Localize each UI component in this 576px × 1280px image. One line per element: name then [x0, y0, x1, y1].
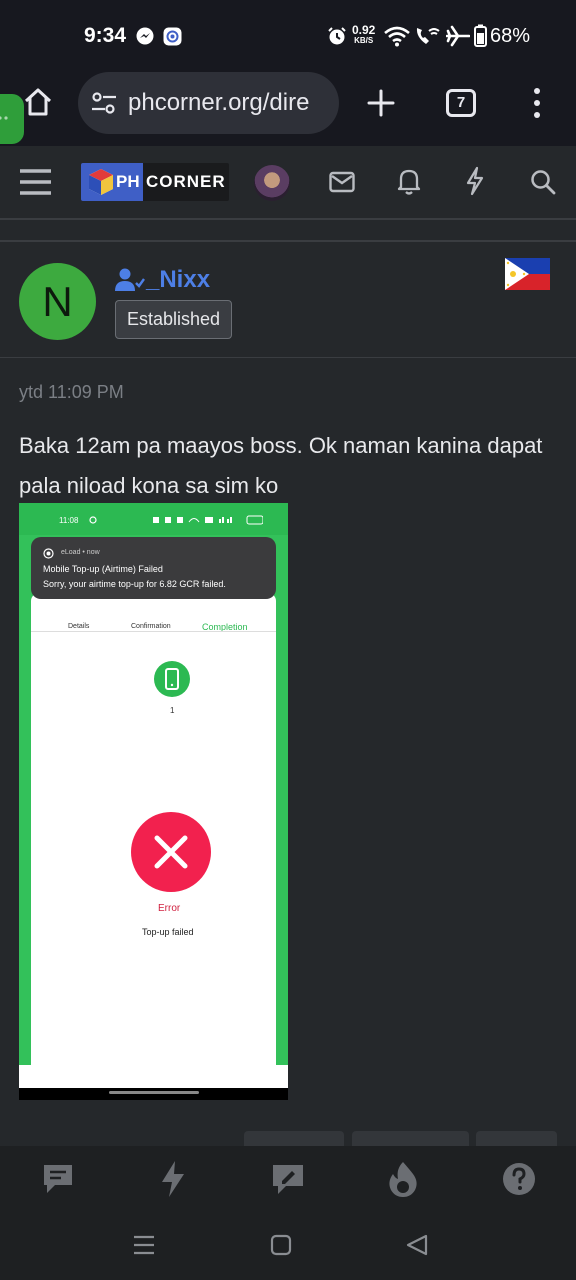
eload-app-icon: [43, 548, 54, 559]
logo-cube-icon: [89, 169, 113, 195]
recents-icon[interactable]: [133, 1234, 155, 1256]
logo-ph-block: PH: [81, 163, 143, 201]
whats-new-icon[interactable]: [159, 1160, 187, 1198]
hamburger-menu-icon[interactable]: [19, 168, 52, 196]
step-details: Details: [68, 623, 90, 630]
attachment-phone-number: 1: [170, 706, 175, 715]
post-timestamp[interactable]: ytd 11:09 PM: [19, 382, 124, 403]
phone-success-icon: [154, 661, 190, 697]
user-avatar[interactable]: [254, 165, 290, 201]
site-header: PH CORNER: [0, 146, 576, 220]
home-icon[interactable]: [22, 86, 54, 118]
alarm-icon: [328, 27, 346, 45]
net-speed: 0.92 KB/S: [352, 23, 376, 45]
dots-icon: [0, 116, 8, 120]
attachment-notification: eLoad • now Mobile Top-up (Airtime) Fail…: [31, 537, 276, 599]
inbox-icon[interactable]: [329, 171, 355, 193]
new-tab-icon[interactable]: [366, 88, 396, 118]
attachment-status-bar: 11:08: [19, 503, 288, 535]
site-logo[interactable]: PH CORNER: [81, 163, 229, 201]
logo-ph-text: PH: [116, 172, 140, 191]
attached-screenshot[interactable]: 11:08 Details Confirmation Completion 1 …: [19, 503, 288, 1100]
browser-toolbar: phcorner.org/dire 7: [0, 72, 576, 146]
more-menu-icon[interactable]: [530, 87, 544, 119]
logo-corner-text: CORNER: [146, 172, 226, 191]
attachment-status-icon: [89, 516, 97, 524]
url-text[interactable]: phcorner.org/dire: [128, 89, 309, 117]
battery-icon: [474, 24, 487, 47]
messenger-icon: [136, 27, 154, 45]
attachment-status-time: 11:08: [59, 516, 79, 525]
notif-title: Mobile Top-up (Airtime) Failed: [43, 564, 163, 574]
help-question-icon[interactable]: [502, 1162, 536, 1196]
author-avatar[interactable]: N: [19, 263, 96, 340]
step-confirmation: Confirmation: [131, 623, 171, 630]
notif-text: Sorry, your airtime top-up for 6.82 GCR …: [43, 579, 226, 589]
home-button-icon[interactable]: [269, 1233, 293, 1257]
trending-fire-icon[interactable]: [386, 1160, 420, 1198]
forum-bottom-nav: [0, 1146, 576, 1214]
address-bar[interactable]: phcorner.org/dire: [78, 72, 339, 134]
status-bar: 9:34 0.92 KB/S 68%: [0, 0, 576, 72]
attachment-nav-bar: [19, 1088, 288, 1100]
site-settings-icon[interactable]: [91, 91, 117, 115]
author-rank-badge: Established: [115, 300, 233, 339]
notif-app-name: eLoad • now: [61, 549, 100, 556]
attachment-divider: [31, 631, 276, 632]
post-thread-icon[interactable]: [270, 1162, 306, 1196]
attachment-card: Details Confirmation Completion 1 Error …: [31, 593, 276, 1073]
airplane-mode-icon: [446, 25, 470, 47]
floating-chat-bubble[interactable]: [0, 94, 24, 144]
attachment-steps: Details Confirmation Completion: [31, 607, 276, 632]
search-icon[interactable]: [530, 169, 556, 195]
tab-switcher-button[interactable]: 7: [446, 89, 476, 117]
wifi-icon: [384, 26, 410, 47]
back-icon[interactable]: [405, 1233, 429, 1257]
battery-percent: 68%: [490, 25, 531, 47]
user-verified-icon: [115, 268, 145, 291]
attachment-status-icons: [153, 515, 263, 525]
forums-chat-icon[interactable]: [41, 1162, 75, 1196]
philippines-flag-icon: [505, 258, 550, 290]
author-username[interactable]: _Nixx: [146, 266, 210, 294]
attachment-error-text: Top-up failed: [142, 927, 194, 937]
whats-new-lightning-icon[interactable]: [465, 166, 485, 196]
attachment-home-indicator: [109, 1091, 199, 1094]
attachment-bottom-area: [19, 1065, 288, 1089]
post-body-text: Baka 12am pa maayos boss. Ok naman kanin…: [19, 433, 543, 498]
status-time: 9:34: [84, 24, 127, 47]
error-x-icon: [131, 812, 211, 892]
wifi-calling-icon: [416, 28, 440, 44]
post-author-header: N _Nixx Established: [0, 240, 576, 358]
app-notification-icon: [163, 27, 182, 46]
system-nav-bar: [0, 1214, 576, 1280]
notifications-bell-icon[interactable]: [397, 167, 421, 195]
attachment-error-label: Error: [158, 903, 181, 914]
